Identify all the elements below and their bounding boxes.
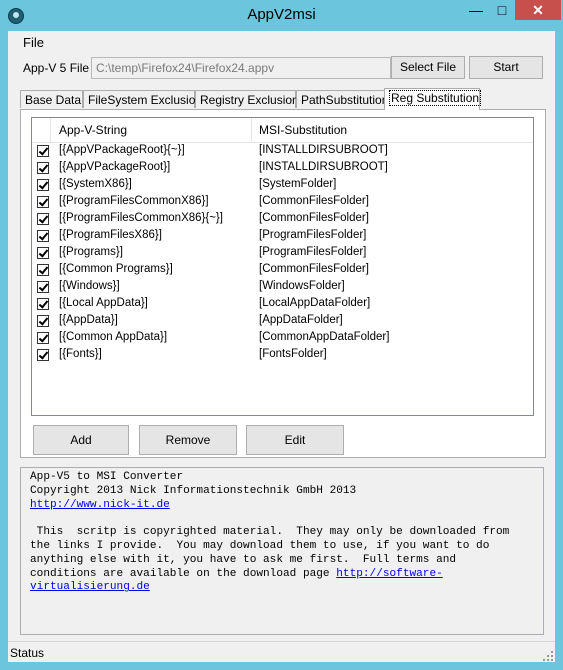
list-header: App-V-String MSI-Substitution [32, 118, 533, 143]
column-divider[interactable] [251, 118, 252, 142]
msi-substitution-cell: [ProgramFilesFolder] [259, 229, 367, 241]
tab-label: PathSubstitution [301, 93, 389, 107]
list-item[interactable]: [{SystemX86}] [SystemFolder] [32, 177, 533, 194]
substitution-list[interactable]: App-V-String MSI-Substitution [{AppVPack… [31, 117, 534, 416]
row-checkbox[interactable] [37, 315, 49, 327]
list-item[interactable]: [{Common AppData}] [CommonAppDataFolder] [32, 330, 533, 347]
row-checkbox[interactable] [37, 145, 49, 157]
row-checkbox[interactable] [37, 196, 49, 208]
status-bar: Status [8, 641, 555, 663]
tab-base-data[interactable]: Base Data [20, 90, 83, 108]
row-checkbox[interactable] [37, 247, 49, 259]
row-checkbox[interactable] [37, 230, 49, 242]
download-page-link-part1[interactable]: http://software- [336, 568, 443, 580]
tab-label: Base Data [25, 93, 82, 107]
start-button[interactable]: Start [469, 56, 543, 79]
row-checkbox[interactable] [37, 298, 49, 310]
appv-string-cell: [{Local AppData}] [59, 297, 148, 309]
menu-bar: File [8, 31, 555, 53]
msi-substitution-cell: [LocalAppDataFolder] [259, 297, 371, 309]
list-item[interactable]: [{ProgramFilesCommonX86}] [CommonFilesFol… [32, 194, 533, 211]
client-area: File App-V 5 File Select File Start Base… [8, 31, 555, 662]
appv-string-cell: [{Programs}] [59, 246, 123, 258]
appv-string-cell: [{Common Programs}] [59, 263, 173, 275]
info-copyright: Copyright 2013 Nick Informationstechnik … [30, 484, 357, 497]
download-page-link-part2[interactable]: virtualisierung.de [30, 581, 150, 593]
tab-registry-exclusion[interactable]: Registry Exclusion [195, 90, 299, 108]
msi-substitution-cell: [INSTALLDIRSUBROOT] [259, 161, 388, 173]
appv-path-input[interactable] [91, 57, 391, 79]
reg-substitution-panel: App-V-String MSI-Substitution [{AppVPack… [20, 109, 546, 458]
tab-label: Reg Substitution [389, 90, 482, 106]
edit-button[interactable]: Edit [246, 425, 344, 455]
appv-string-cell: [{SystemX86}] [59, 178, 132, 190]
row-checkbox[interactable] [37, 332, 49, 344]
appv-string-cell: [{AppVPackageRoot}{~}] [59, 144, 185, 156]
tab-label: Registry Exclusion [200, 93, 299, 107]
row-checkbox[interactable] [37, 349, 49, 361]
maximize-icon: □ [497, 2, 507, 18]
msi-substitution-cell: [FontsFolder] [259, 348, 327, 360]
nick-it-link[interactable]: http://www.nick-it.de [30, 499, 170, 511]
remove-button[interactable]: Remove [139, 425, 237, 455]
appv-string-cell: [{ProgramFilesCommonX86}] [59, 195, 209, 207]
list-item[interactable]: [{AppVPackageRoot}] [INSTALLDIRSUBROOT] [32, 160, 533, 177]
msi-substitution-cell: [CommonAppDataFolder] [259, 331, 390, 343]
list-item[interactable]: [{Programs}] [ProgramFilesFolder] [32, 245, 533, 262]
minimize-icon: — [469, 2, 483, 18]
appv-file-label: App-V 5 File [23, 61, 90, 75]
msi-substitution-cell: [CommonFilesFolder] [259, 263, 369, 275]
add-button[interactable]: Add [33, 425, 129, 455]
msi-substitution-cell: [ProgramFilesFolder] [259, 246, 367, 258]
row-checkbox[interactable] [37, 281, 49, 293]
list-rows: [{AppVPackageRoot}{~}] [INSTALLDIRSUBROOT… [32, 143, 533, 364]
menu-file[interactable]: File [23, 35, 44, 50]
list-item[interactable]: [{ProgramFilesCommonX86}{~}] [CommonFiles… [32, 211, 533, 228]
list-item[interactable]: [{Windows}] [WindowsFolder] [32, 279, 533, 296]
select-file-button[interactable]: Select File [391, 56, 465, 79]
row-checkbox[interactable] [37, 179, 49, 191]
list-item[interactable]: [{AppVPackageRoot}{~}] [INSTALLDIRSUBROOT… [32, 143, 533, 160]
tab-filesystem-exclusion[interactable]: FileSystem Exclusion [83, 90, 202, 108]
list-item[interactable]: [{ProgramFilesX86}] [ProgramFilesFolder] [32, 228, 533, 245]
minimize-button[interactable]: — [463, 0, 489, 20]
msi-substitution-cell: [CommonFilesFolder] [259, 212, 369, 224]
appv-string-cell: [{Windows}] [59, 280, 120, 292]
row-checkbox[interactable] [37, 213, 49, 225]
appv-string-cell: [{AppData}] [59, 314, 118, 326]
row-checkbox[interactable] [37, 162, 49, 174]
tab-label: FileSystem Exclusion [88, 93, 203, 107]
info-title: App-V5 to MSI Converter [30, 471, 184, 483]
info-text-box[interactable]: App-V5 to MSI Converter Copyright 2013 N… [20, 467, 544, 635]
close-button[interactable]: ✕ [515, 0, 561, 20]
row-checkbox[interactable] [37, 264, 49, 276]
list-item[interactable]: [{AppData}] [AppDataFolder] [32, 313, 533, 330]
appv-string-cell: [{ProgramFilesCommonX86}{~}] [59, 212, 223, 224]
maximize-button[interactable]: □ [489, 0, 515, 20]
msi-substitution-cell: [WindowsFolder] [259, 280, 345, 292]
title-bar[interactable]: AppV2msi — □ ✕ [0, 0, 563, 30]
msi-substitution-cell: [CommonFilesFolder] [259, 195, 369, 207]
msi-substitution-cell: [INSTALLDIRSUBROOT] [259, 144, 388, 156]
appv-string-cell: [{ProgramFilesX86}] [59, 229, 162, 241]
list-item[interactable]: [{Local AppData}] [LocalAppDataFolder] [32, 296, 533, 313]
appv-string-cell: [{AppVPackageRoot}] [59, 161, 171, 173]
appv-string-cell: [{Fonts}] [59, 348, 102, 360]
status-text: Status [10, 646, 45, 660]
msi-substitution-cell: [AppDataFolder] [259, 314, 343, 326]
close-icon: ✕ [532, 2, 544, 18]
resize-grip-icon[interactable] [543, 651, 553, 661]
msi-substitution-cell: [SystemFolder] [259, 178, 337, 190]
appv-string-cell: [{Common AppData}] [59, 331, 168, 343]
column-header-appv-string[interactable]: App-V-String [59, 123, 127, 137]
app-window: AppV2msi — □ ✕ File App-V 5 File Select … [0, 0, 563, 670]
check-column-header[interactable] [32, 118, 51, 142]
list-item[interactable]: [{Fonts}] [FontsFolder] [32, 347, 533, 364]
list-item[interactable]: [{Common Programs}] [CommonFilesFolder] [32, 262, 533, 279]
column-header-msi-substitution[interactable]: MSI-Substitution [259, 123, 347, 137]
tab-path-substitution[interactable]: PathSubstitution [296, 90, 389, 108]
tab-reg-substitution[interactable]: Reg Substitution [384, 88, 482, 110]
